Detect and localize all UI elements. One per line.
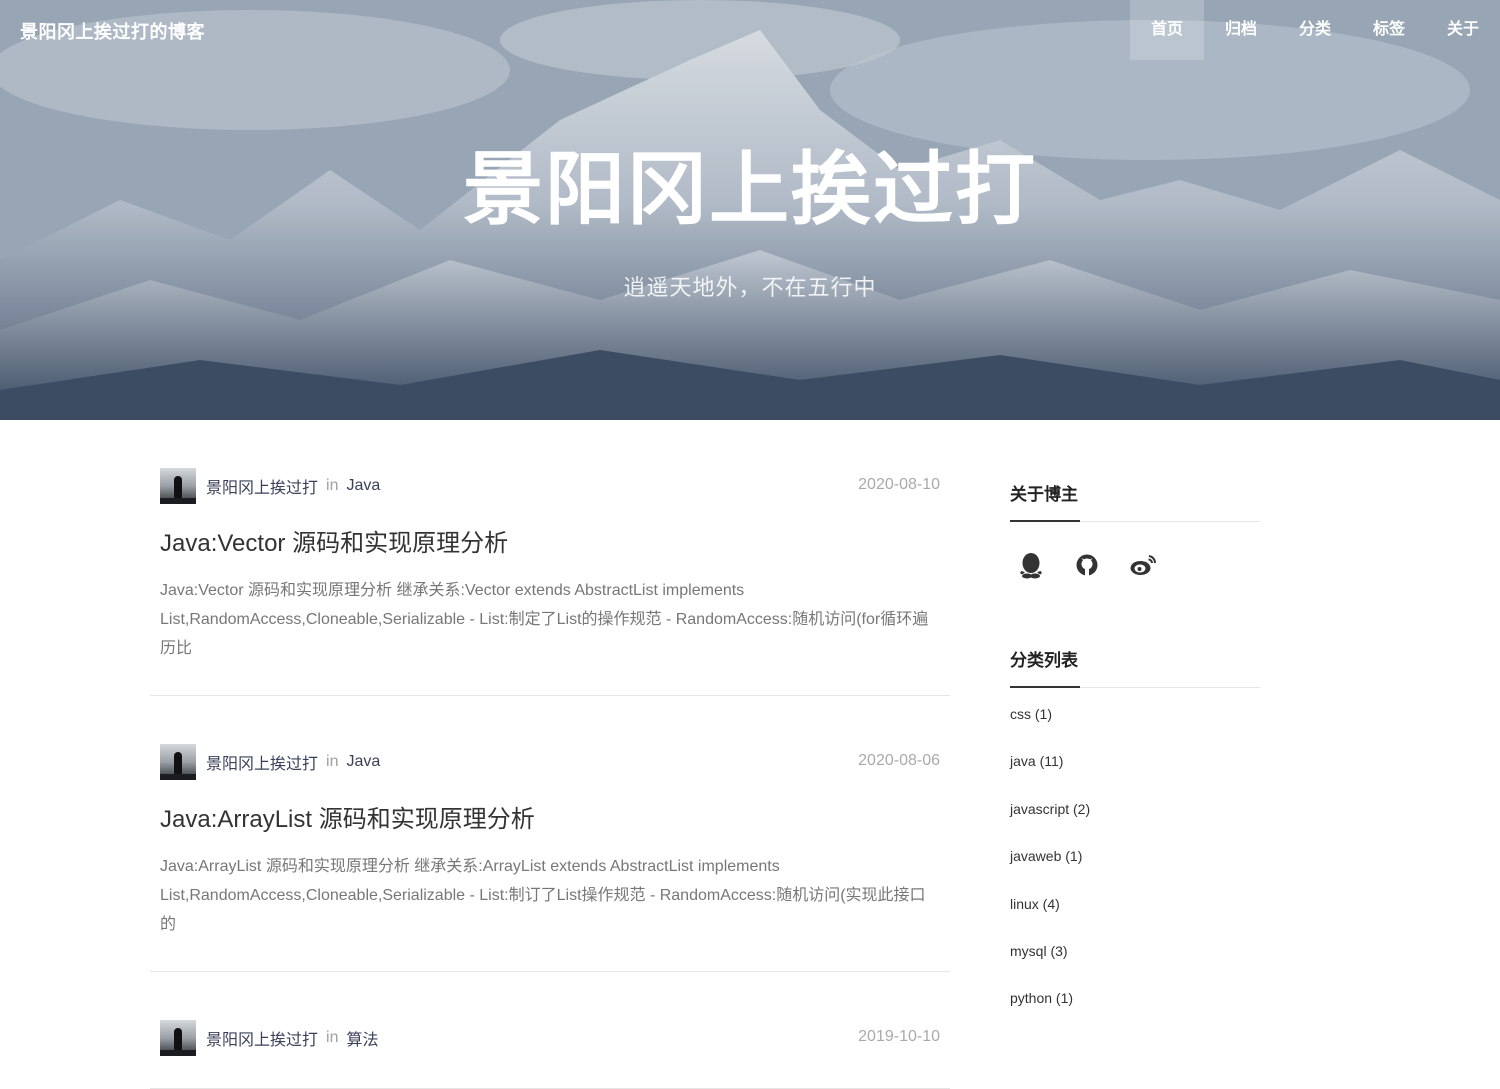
about-section-title: 关于博主 <box>1010 480 1260 522</box>
post-preview: 景阳冈上挨过打 in 算法 2019-10-10 <box>150 972 950 1089</box>
post-title[interactable]: Java:Vector 源码和实现原理分析 <box>160 529 940 559</box>
post-list: 景阳冈上挨过打 in Java 2020-08-10 Java:Vector 源… <box>150 420 950 1089</box>
brand-link[interactable]: 景阳冈上挨过打的博客 <box>20 18 205 44</box>
category-item-javaweb[interactable]: javaweb (1) <box>1010 840 1260 887</box>
nav-item-about[interactable]: 关于 <box>1426 0 1500 60</box>
category-item-java[interactable]: java (11) <box>1010 745 1260 792</box>
in-label: in <box>326 753 339 770</box>
in-label: in <box>326 1029 339 1046</box>
author-avatar[interactable] <box>160 468 196 504</box>
weibo-icon[interactable] <box>1128 550 1158 580</box>
post-date: 2020-08-10 <box>858 476 940 493</box>
post-category[interactable]: Java <box>346 753 380 771</box>
in-label: in <box>326 477 339 494</box>
post-author[interactable]: 景阳冈上挨过打 <box>206 750 318 774</box>
post-date: 2020-08-06 <box>858 752 940 769</box>
site-title: 景阳冈上挨过打 <box>463 145 1037 234</box>
nav-menu: 首页 归档 分类 标签 关于 <box>1130 0 1500 60</box>
post-author[interactable]: 景阳冈上挨过打 <box>206 474 318 498</box>
category-item-javascript[interactable]: javascript (2) <box>1010 793 1260 840</box>
post-meta: 景阳冈上挨过打 in 算法 2019-10-10 <box>160 1020 940 1056</box>
post-author[interactable]: 景阳冈上挨过打 <box>206 1026 318 1050</box>
author-avatar[interactable] <box>160 744 196 780</box>
qq-icon[interactable] <box>1016 550 1046 580</box>
post-meta: 景阳冈上挨过打 in Java 2020-08-06 <box>160 744 940 780</box>
categories-section-title: 分类列表 <box>1010 646 1260 688</box>
hero-header: 景阳冈上挨过打的博客 首页 归档 分类 标签 关于 景阳冈上挨过打 逍遥天地外，… <box>0 0 1500 420</box>
site-subtitle: 逍遥天地外，不在五行中 <box>623 275 877 300</box>
post-title[interactable]: Java:ArrayList 源码和实现原理分析 <box>160 805 940 835</box>
category-item-linux[interactable]: linux (4) <box>1010 888 1260 935</box>
post-preview: 景阳冈上挨过打 in Java 2020-08-06 Java:ArrayLis… <box>150 696 950 972</box>
nav-item-categories[interactable]: 分类 <box>1278 0 1352 60</box>
post-preview: 景阳冈上挨过打 in Java 2020-08-10 Java:Vector 源… <box>150 420 950 696</box>
post-meta: 景阳冈上挨过打 in Java 2020-08-10 <box>160 468 940 504</box>
category-item-css[interactable]: css (1) <box>1010 698 1260 745</box>
social-links <box>1010 522 1260 646</box>
sidebar: 关于博主 分类列表 css (1) java (11) javascript (… <box>1010 480 1260 1030</box>
nav-item-tags[interactable]: 标签 <box>1352 0 1426 60</box>
post-date: 2019-10-10 <box>858 1028 940 1045</box>
post-category[interactable]: 算法 <box>346 1026 378 1050</box>
author-avatar[interactable] <box>160 1020 196 1056</box>
navbar: 景阳冈上挨过打的博客 首页 归档 分类 标签 关于 <box>0 0 1500 60</box>
post-summary: Java:ArrayList 源码和实现原理分析 继承关系:ArrayList … <box>160 858 926 933</box>
category-list: css (1) java (11) javascript (2) javaweb… <box>1010 698 1260 1030</box>
site-heading: 景阳冈上挨过打 逍遥天地外，不在五行中 <box>0 140 1500 302</box>
nav-item-archive[interactable]: 归档 <box>1204 0 1278 60</box>
post-category[interactable]: Java <box>346 477 380 495</box>
post-summary: Java:Vector 源码和实现原理分析 继承关系:Vector extend… <box>160 582 929 657</box>
nav-item-home[interactable]: 首页 <box>1130 0 1204 60</box>
category-item-python[interactable]: python (1) <box>1010 982 1260 1029</box>
category-item-mysql[interactable]: mysql (3) <box>1010 935 1260 982</box>
github-icon[interactable] <box>1072 550 1102 580</box>
